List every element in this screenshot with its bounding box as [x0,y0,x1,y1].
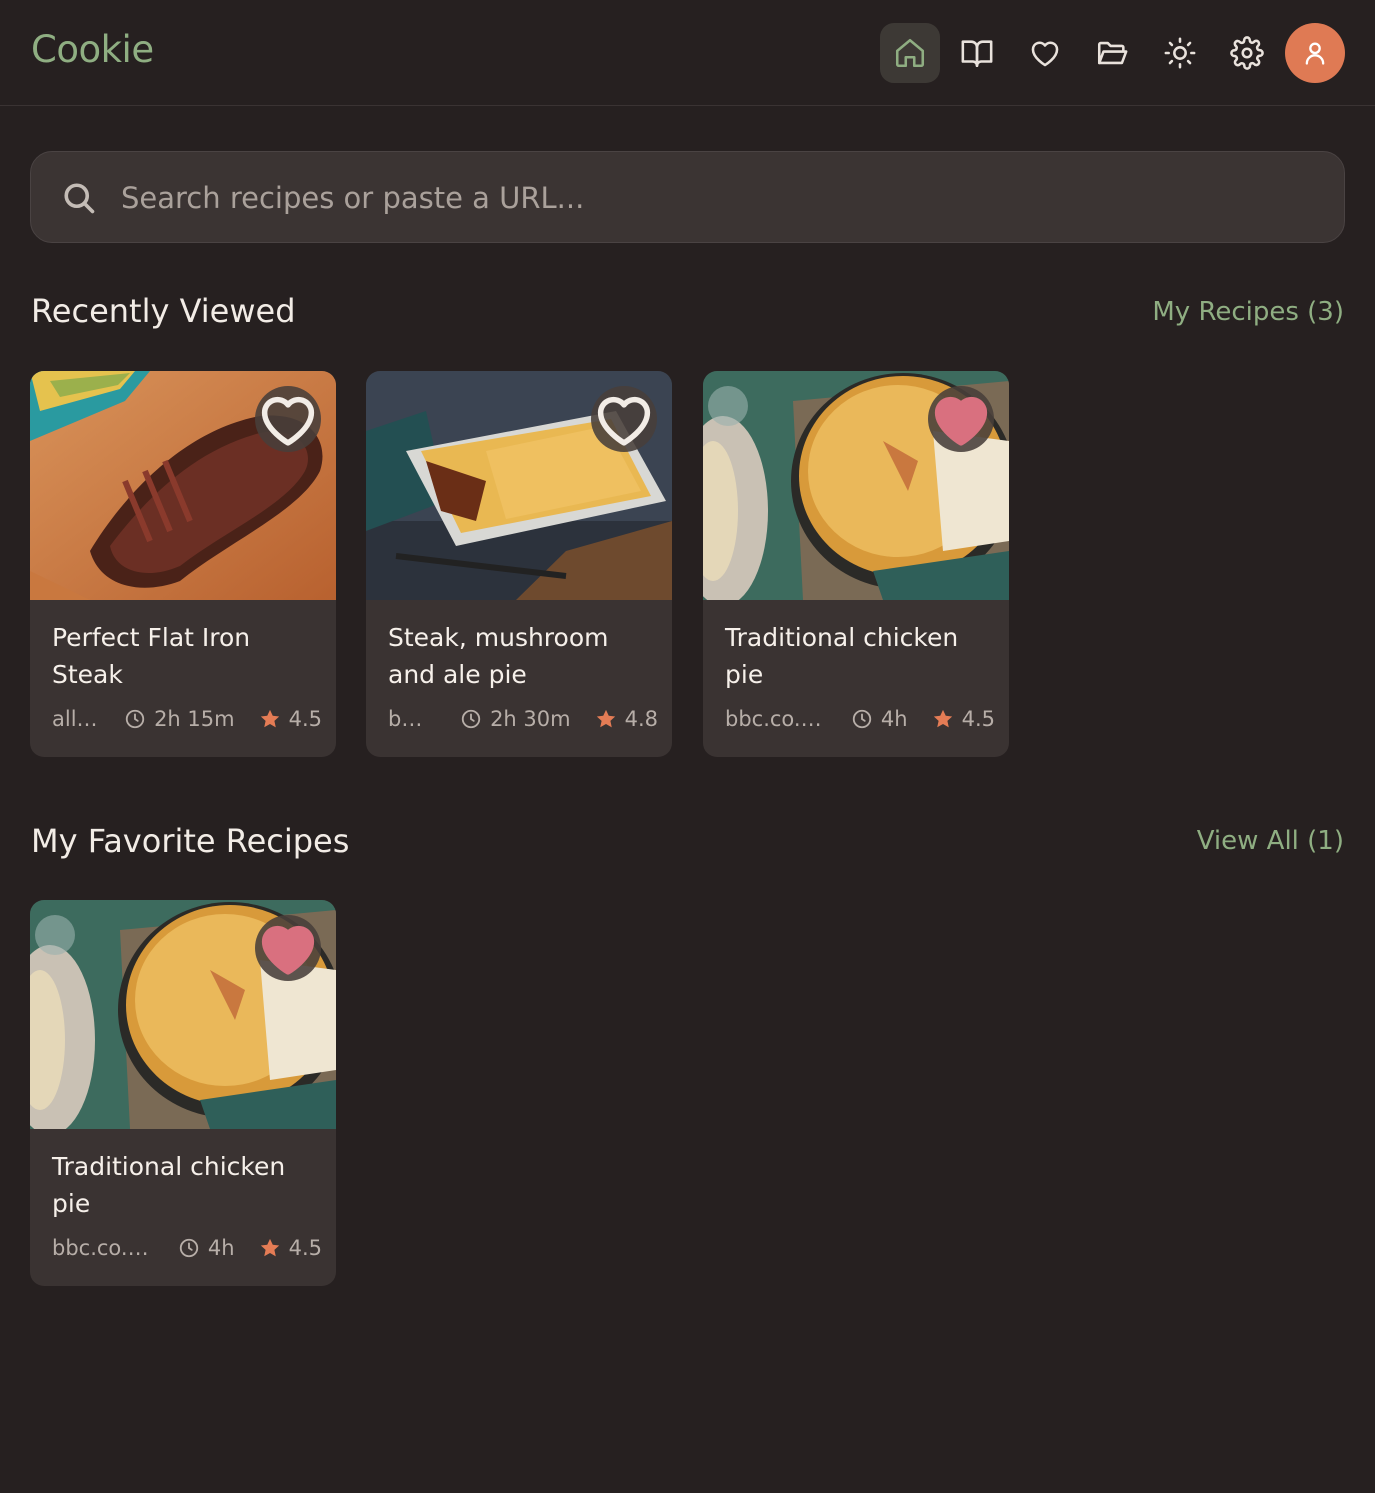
favorite-toggle[interactable] [591,386,657,452]
user-icon [1305,42,1325,65]
recipe-rating-value: 4.5 [288,1236,322,1260]
recipe-image [30,371,336,600]
recipe-rating: 4.5 [259,1236,322,1260]
recipe-rating-value: 4.5 [288,707,322,731]
recipe-card[interactable]: Traditional chicken pie bbc.co.uk 4h 4.5 [30,900,336,1286]
recipe-time: 4h [178,1236,235,1260]
recipe-card[interactable]: Perfect Flat Iron Steak allrecipes.com 2… [30,371,336,757]
search-input[interactable] [121,172,1321,224]
sun-icon [1164,37,1195,69]
recipe-source: bbc.co.uk [725,707,825,731]
recipe-meta: bbc.co.uk 4h 4.5 [725,704,995,734]
recently-viewed-title: Recently Viewed [31,292,296,330]
recipe-meta: bbc.co.uk 2h 30m 4.8 [388,704,658,734]
recipe-time-value: 2h 15m [154,707,235,731]
recipe-rating-value: 4.5 [961,707,995,731]
book-icon [961,40,993,68]
user-avatar-button[interactable] [1285,23,1345,83]
recipe-time: 4h [851,707,908,731]
star-icon [260,1238,279,1257]
clock-icon [125,709,145,729]
favorite-toggle[interactable] [255,915,321,981]
clock-icon [461,709,481,729]
recipe-image [366,371,672,600]
recipe-title: Perfect Flat Iron Steak [52,623,251,689]
recipe-time-value: 4h [207,1236,235,1260]
recipe-time: 2h 15m [124,707,235,731]
favorite-toggle[interactable] [928,386,994,452]
nav-collections-button[interactable] [1082,23,1142,83]
star-icon [260,709,279,728]
recipe-rating: 4.8 [595,707,658,731]
recipe-card[interactable]: Steak, mushroom and ale pie bbc.co.uk 2h… [366,371,672,757]
recipe-source: allrecipes.com [52,707,98,731]
heart-icon [261,396,315,446]
heart-filled-icon [934,396,988,446]
recipe-card[interactable]: Traditional chicken pie bbc.co.uk 4h 4.5 [703,371,1009,757]
recipe-time-value: 2h 30m [490,707,571,731]
recipe-time: 2h 30m [460,707,571,731]
recipe-title: Traditional chicken pie [52,1152,286,1218]
heart-icon [1031,41,1058,67]
heart-filled-icon [261,925,315,975]
main-nav [872,23,1345,83]
search-bar [30,151,1345,243]
view-all-link[interactable]: View All (1) [1197,826,1344,856]
app-logo[interactable]: Cookie [31,28,154,71]
recipe-source: bbc.co.uk [388,707,434,731]
nav-home-button[interactable] [879,23,940,83]
star-icon [596,709,615,728]
recipe-meta: bbc.co.uk 4h 4.5 [52,1233,322,1263]
clock-icon [852,709,872,729]
recipe-rating: 4.5 [932,707,995,731]
search-icon [64,183,95,214]
recipe-image [703,371,1009,600]
heart-icon [597,396,651,446]
favorites-title: My Favorite Recipes [31,822,350,860]
recipe-image [30,900,336,1129]
recipe-time-value: 4h [880,707,908,731]
nav-recipes-button[interactable] [947,23,1007,83]
folder-icon [1097,41,1128,65]
recipe-title: Steak, mushroom and ale pie [388,623,609,689]
theme-toggle-button[interactable] [1150,23,1210,83]
recipe-rating-value: 4.8 [624,707,658,731]
gear-icon [1230,36,1264,70]
clock-icon [179,1238,199,1258]
recipe-rating: 4.5 [259,707,322,731]
settings-button[interactable] [1217,23,1277,83]
recipe-meta: allrecipes.com 2h 15m 4.5 [52,704,322,734]
top-bar: Cookie [0,0,1375,106]
recipe-title: Traditional chicken pie [725,623,959,689]
star-icon [933,709,952,728]
favorite-toggle[interactable] [255,386,321,452]
recipe-source: bbc.co.uk [52,1236,152,1260]
nav-favorites-button[interactable] [1015,23,1075,83]
home-icon [895,38,924,68]
my-recipes-link[interactable]: My Recipes (3) [1152,297,1344,327]
